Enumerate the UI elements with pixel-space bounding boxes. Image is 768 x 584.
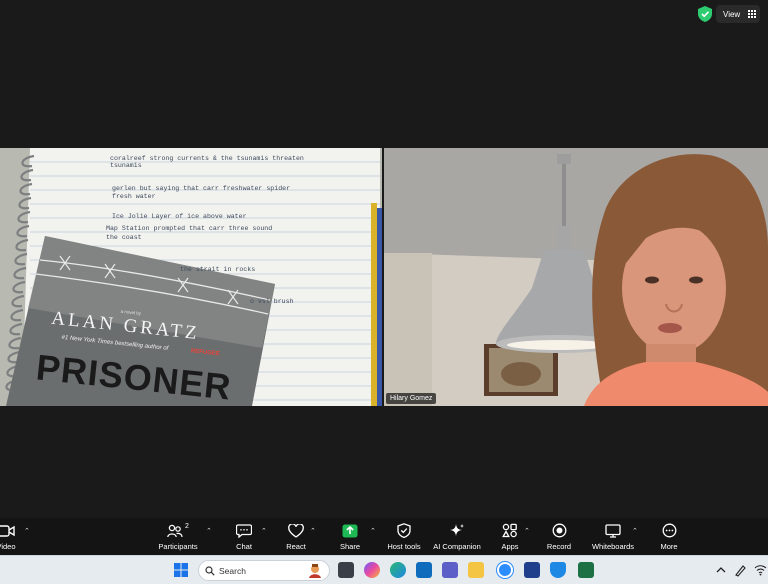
chat-label: Chat xyxy=(236,542,252,551)
whiteboards-options-chevron-icon[interactable]: ⌃ xyxy=(632,527,638,535)
participants-icon xyxy=(167,524,183,537)
search-icon xyxy=(205,566,215,576)
notebook-line: o vsl brush xyxy=(250,298,294,305)
more-button[interactable]: More xyxy=(656,522,682,552)
notebook-line: fresh water xyxy=(112,193,156,200)
pen-input-icon[interactable] xyxy=(734,563,748,577)
windows-taskbar: Search xyxy=(0,555,768,584)
participant-video-tile-hilary[interactable]: Hilary Gomez xyxy=(384,148,768,406)
participants-button[interactable]: 2 Participants xyxy=(156,522,200,552)
notebook-line: the strait in rocks xyxy=(180,266,255,273)
share-options-chevron-icon[interactable]: ⌃ xyxy=(370,527,376,535)
grid-icon xyxy=(748,10,757,18)
notebook-line: the coast xyxy=(106,234,142,241)
participants-count: 2 xyxy=(185,523,189,530)
notebook-and-book-scene: coralreef strong currents & the tsunamis… xyxy=(0,148,382,406)
participants-options-chevron-icon[interactable]: ⌃ xyxy=(206,527,212,535)
outlook-icon[interactable] xyxy=(416,562,432,578)
heart-icon xyxy=(288,523,304,538)
taskbar-search-box[interactable]: Search xyxy=(198,560,330,581)
react-button[interactable]: React xyxy=(282,522,310,552)
apps-button[interactable]: Apps xyxy=(496,522,524,552)
search-highlight-icon xyxy=(309,564,321,578)
video-gallery: coralreef strong currents & the tsunamis… xyxy=(0,148,768,406)
host-tools-label: Host tools xyxy=(387,542,421,551)
participant-webcam-scene xyxy=(384,148,768,406)
record-icon xyxy=(552,523,566,538)
whiteboards-label: Whiteboards xyxy=(591,542,635,551)
windows-start-icon[interactable] xyxy=(174,563,188,577)
host-tools-button[interactable]: Host tools xyxy=(384,522,424,552)
chat-icon xyxy=(236,523,252,538)
ai-sparkle-icon xyxy=(450,523,464,536)
participant-video-tile[interactable]: coralreef strong currents & the tsunamis… xyxy=(0,148,382,406)
notebook-line: gerlen but saying that carr freshwater s… xyxy=(112,185,290,192)
participant-name-tag: Hilary Gomez xyxy=(386,393,437,404)
excel-icon[interactable] xyxy=(578,562,594,578)
encryption-shield-icon[interactable] xyxy=(698,6,712,22)
participants-label: Participants xyxy=(158,542,198,551)
notebook-line: coralreef strong currents & the tsunamis… xyxy=(110,155,304,162)
search-placeholder: Search xyxy=(219,565,246,576)
react-options-chevron-icon[interactable]: ⌃ xyxy=(310,527,316,535)
calendar-app-icon[interactable] xyxy=(524,562,540,578)
notebook-line: Map Station prompted that carr three sou… xyxy=(106,225,272,232)
share-label: Share xyxy=(339,542,360,551)
whiteboard-icon xyxy=(605,523,621,538)
more-label: More xyxy=(660,542,678,551)
video-label: Video xyxy=(0,542,16,551)
meeting-toolbar: Video ⌃ 2 Participants ⌃ Chat ⌃ React ⌃ … xyxy=(0,518,768,555)
chat-options-chevron-icon[interactable]: ⌃ xyxy=(261,527,267,535)
edge-browser-icon[interactable] xyxy=(390,562,406,578)
view-label: View xyxy=(723,9,741,19)
whiteboards-button[interactable]: Whiteboards xyxy=(588,522,638,552)
wifi-icon[interactable] xyxy=(754,564,767,576)
teams-icon[interactable] xyxy=(442,562,458,578)
ai-companion-label: AI Companion xyxy=(433,542,481,551)
defender-shield-icon[interactable] xyxy=(550,562,566,578)
record-label: Record xyxy=(546,542,572,551)
task-view-icon[interactable] xyxy=(338,562,354,578)
react-label: React xyxy=(286,542,306,551)
apps-options-chevron-icon[interactable]: ⌃ xyxy=(524,527,530,535)
video-button[interactable]: Video xyxy=(0,522,26,552)
tray-chevron-up-icon[interactable] xyxy=(716,566,726,574)
zoom-meeting-window: View coralreef strong currents & the tsu… xyxy=(0,0,768,584)
zoom-app-icon[interactable] xyxy=(497,562,513,578)
share-button[interactable]: Share xyxy=(336,522,364,552)
chat-button[interactable]: Chat xyxy=(230,522,258,552)
apps-label: Apps xyxy=(501,542,519,551)
more-options-icon xyxy=(662,523,676,538)
file-explorer-icon[interactable] xyxy=(468,562,484,578)
video-camera-icon xyxy=(0,524,15,537)
apps-icon xyxy=(502,523,517,538)
share-screen-icon xyxy=(342,524,358,537)
video-options-chevron-icon[interactable]: ⌃ xyxy=(24,527,30,535)
host-tools-shield-icon xyxy=(397,523,411,538)
view-button[interactable]: View xyxy=(716,5,760,23)
record-button[interactable]: Record xyxy=(544,522,574,552)
notebook-line: Ice Jolie Layer of ice above water xyxy=(112,213,247,220)
meeting-top-bar: View xyxy=(0,0,768,28)
notebook-line: tsunamis xyxy=(110,162,142,169)
ai-companion-button[interactable]: AI Companion xyxy=(430,522,484,552)
copilot-icon[interactable] xyxy=(364,562,380,578)
